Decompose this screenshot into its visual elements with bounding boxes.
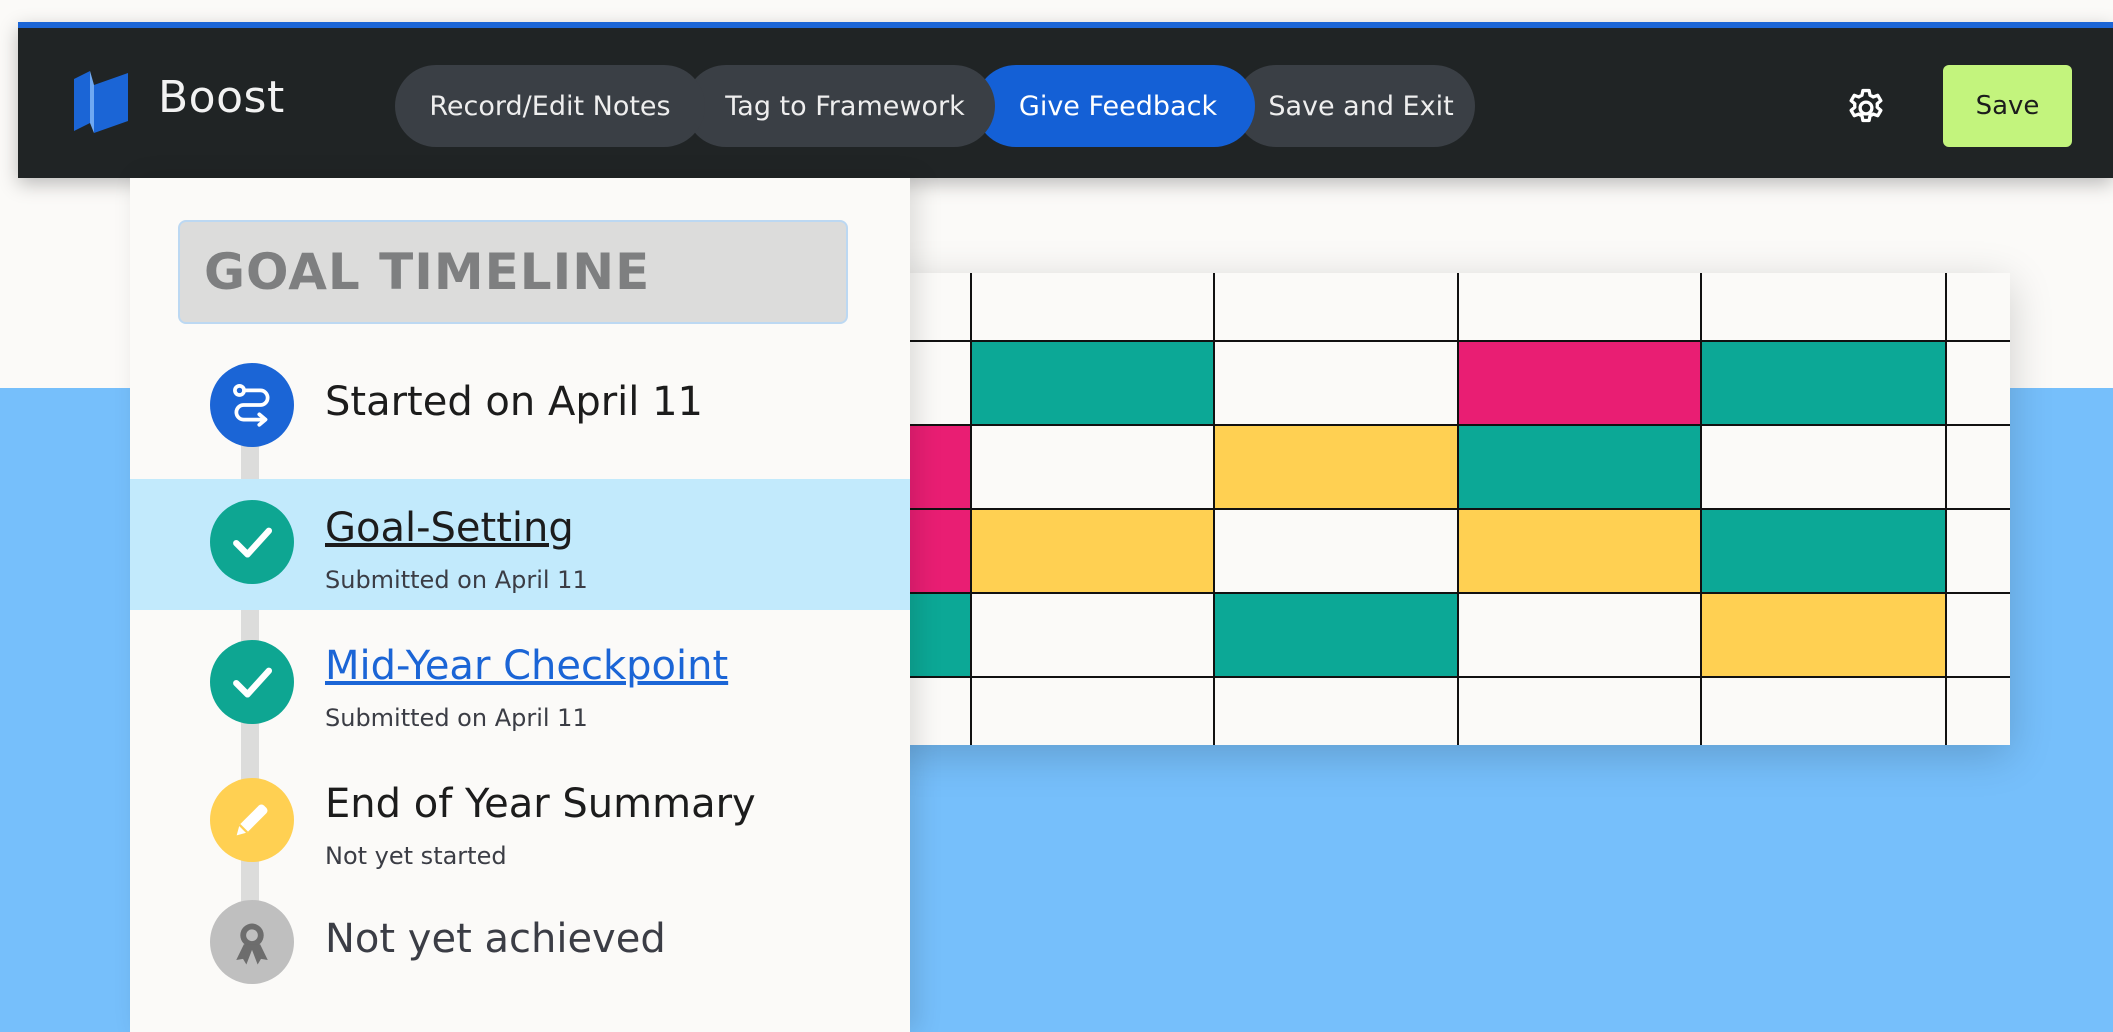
tab-save-and-exit[interactable]: Save and Exit xyxy=(1235,65,1475,147)
timeline-item-subtext: Submitted on April 11 xyxy=(325,704,588,732)
goal-timeline-panel: GOAL TIMELINE Started on April 11 Goal-S… xyxy=(130,178,910,1032)
timeline-item-label: End of Year Summary xyxy=(325,781,756,827)
grid-cell xyxy=(1214,425,1458,509)
check-icon xyxy=(210,640,294,724)
top-app-bar: Boost Record/Edit Notes Tag to Framework… xyxy=(18,22,2113,178)
route-icon xyxy=(210,363,294,447)
grid-cell xyxy=(1458,341,1701,425)
timeline-item-goal-setting[interactable]: Goal-Setting Submitted on April 11 xyxy=(130,479,910,610)
tab-tag-to-framework[interactable]: Tag to Framework xyxy=(685,65,995,147)
grid-cell xyxy=(1701,509,1946,593)
timeline-item-subtext: Not yet started xyxy=(325,842,507,870)
panel-title: GOAL TIMELINE xyxy=(178,220,848,324)
decorative-color-grid xyxy=(890,273,2010,745)
grid-cell xyxy=(1214,593,1458,677)
save-button[interactable]: Save xyxy=(1943,65,2072,147)
timeline-item-achievement: Not yet achieved xyxy=(130,900,910,1012)
pencil-icon xyxy=(210,778,294,862)
check-icon xyxy=(210,500,294,584)
goal-setting-link[interactable]: Goal-Setting xyxy=(325,505,574,551)
timeline-item-started: Started on April 11 xyxy=(130,363,910,475)
top-strip xyxy=(0,0,2113,20)
tab-give-feedback[interactable]: Give Feedback xyxy=(975,65,1255,147)
grid-cell xyxy=(1701,593,1946,677)
color-grid-svg xyxy=(890,273,2010,745)
book-logo-icon xyxy=(74,71,128,133)
timeline-item-mid-year: Mid-Year Checkpoint Submitted on April 1… xyxy=(130,618,910,748)
timeline-item-label: Not yet achieved xyxy=(325,916,666,962)
grid-cell xyxy=(971,509,1214,593)
timeline-item-label: Started on April 11 xyxy=(325,379,704,425)
grid-cell xyxy=(1458,425,1701,509)
tab-record-edit-notes[interactable]: Record/Edit Notes xyxy=(395,65,705,147)
award-badge-icon xyxy=(210,900,294,984)
timeline-item-subtext: Submitted on April 11 xyxy=(325,566,588,594)
gear-icon[interactable] xyxy=(1844,86,1888,130)
mid-year-checkpoint-link[interactable]: Mid-Year Checkpoint xyxy=(325,643,728,689)
brand-name: Boost xyxy=(158,72,285,123)
grid-cell xyxy=(971,341,1214,425)
grid-cell xyxy=(1701,341,1946,425)
grid-cell xyxy=(1458,509,1701,593)
timeline-item-end-of-year: End of Year Summary Not yet started xyxy=(130,756,910,886)
